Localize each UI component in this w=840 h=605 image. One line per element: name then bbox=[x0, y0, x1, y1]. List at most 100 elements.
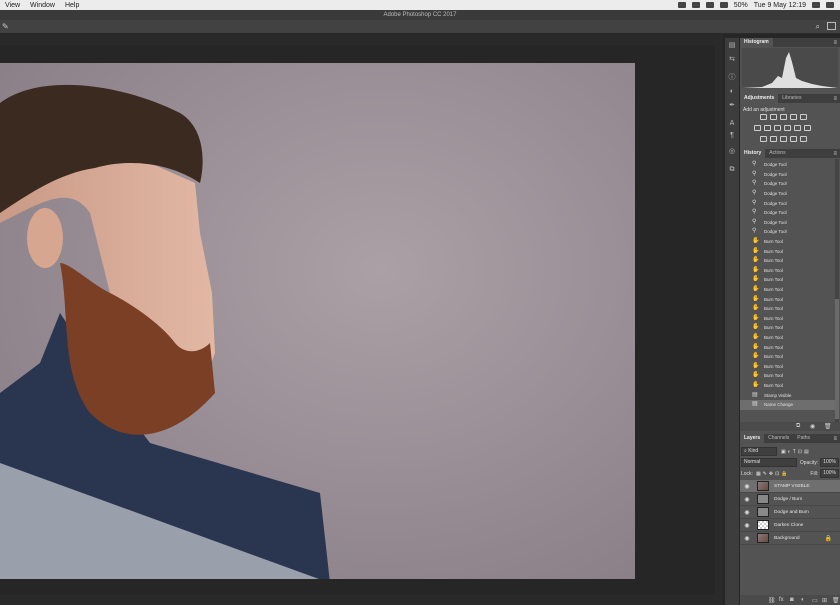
history-item[interactable]: ✋ Burn Tool bbox=[740, 266, 835, 276]
tab-histogram[interactable]: Histogram bbox=[740, 38, 773, 47]
history-item[interactable]: ✋ Burn Tool bbox=[740, 323, 835, 333]
clone-source-icon[interactable]: ⧉ bbox=[727, 166, 737, 174]
visibility-eye-icon[interactable]: ◉ bbox=[743, 483, 751, 490]
visibility-eye-icon[interactable]: ◉ bbox=[743, 522, 751, 529]
tab-history[interactable]: History bbox=[740, 149, 766, 158]
history-item[interactable]: ⚲ Dodge Tool bbox=[740, 170, 835, 180]
search-icon[interactable]: ⌕ bbox=[816, 22, 820, 32]
tab-actions[interactable]: Actions bbox=[765, 149, 789, 158]
color-lookup-icon[interactable] bbox=[804, 125, 811, 131]
menu-help[interactable]: Help bbox=[60, 2, 84, 9]
curves-icon[interactable] bbox=[780, 114, 787, 120]
history-item[interactable]: ✋ Burn Tool bbox=[740, 371, 835, 381]
history-item[interactable]: ✋ Burn Tool bbox=[740, 246, 835, 256]
posterize-icon[interactable] bbox=[770, 136, 777, 142]
gradient-map-icon[interactable] bbox=[790, 136, 797, 142]
tab-layers[interactable]: Layers bbox=[740, 434, 765, 443]
layer-row[interactable]: ◉ Darken Clone bbox=[740, 519, 840, 532]
history-item[interactable]: ⚲ Dodge Tool bbox=[740, 227, 835, 237]
layer-row[interactable]: ◉ STAMP VISIBLE bbox=[740, 480, 840, 493]
panel-menu-icon[interactable]: ≡ bbox=[833, 151, 840, 157]
history-scrollbar[interactable] bbox=[835, 159, 839, 422]
tab-libraries[interactable]: Libraries bbox=[778, 94, 805, 103]
layer-row[interactable]: ◉ Background 🔒 bbox=[740, 532, 840, 545]
brush-panel-icon[interactable]: ✒ bbox=[727, 102, 737, 110]
layer-name[interactable]: Dodge and Burn bbox=[774, 510, 809, 515]
layer-name[interactable]: Darken Clone bbox=[774, 523, 803, 528]
new-layer-icon[interactable]: ⊞ bbox=[822, 597, 828, 604]
lock-icons[interactable]: ▦✎✥⊡🔒 bbox=[756, 471, 790, 477]
snapshot-icon[interactable]: ◉ bbox=[810, 423, 816, 430]
notification-center-icon[interactable] bbox=[826, 2, 834, 8]
layer-mask-icon[interactable]: ◙ bbox=[790, 597, 796, 603]
visibility-eye-icon[interactable]: ◉ bbox=[743, 496, 751, 503]
black-white-icon[interactable] bbox=[774, 125, 781, 131]
properties-panel-icon[interactable]: ⇆ bbox=[727, 56, 737, 64]
layer-name[interactable]: Dodge / Burn bbox=[774, 497, 802, 502]
fill-field[interactable]: 100% bbox=[820, 469, 839, 478]
visibility-eye-icon[interactable]: ◉ bbox=[743, 535, 751, 542]
creative-cloud-icon[interactable] bbox=[691, 2, 700, 8]
filter-kind-select[interactable]: ⌕ Kind bbox=[741, 447, 777, 456]
history-item[interactable]: ✋ Burn Tool bbox=[740, 362, 835, 372]
layer-name[interactable]: STAMP VISIBLE bbox=[774, 484, 810, 489]
history-item[interactable]: ▤ Stamp Visible bbox=[740, 390, 835, 400]
hue-sat-icon[interactable] bbox=[754, 125, 761, 131]
history-item[interactable]: ✋ Burn Tool bbox=[740, 237, 835, 247]
history-item[interactable]: ⚲ Dodge Tool bbox=[740, 160, 835, 170]
history-item[interactable]: ⚲ Dodge Tool bbox=[740, 198, 835, 208]
visibility-eye-icon[interactable]: ◉ bbox=[743, 509, 751, 516]
exposure-icon[interactable] bbox=[790, 114, 797, 120]
group-icon[interactable]: ▭ bbox=[812, 597, 818, 604]
history-item[interactable]: ⚲ Dodge Tool bbox=[740, 208, 835, 218]
history-item[interactable]: ✋ Burn Tool bbox=[740, 352, 835, 362]
layer-row[interactable]: ◉ Dodge / Burn bbox=[740, 493, 840, 506]
spotlight-icon[interactable] bbox=[812, 2, 820, 8]
layer-row[interactable]: ◉ Dodge and Burn bbox=[740, 506, 840, 519]
brightness-icon[interactable] bbox=[760, 114, 767, 120]
selective-color-icon[interactable] bbox=[800, 136, 807, 142]
levels-icon[interactable] bbox=[770, 114, 777, 120]
filter-icons[interactable]: ▣◐T⊡▤ bbox=[781, 449, 811, 455]
vibrance-icon[interactable] bbox=[800, 114, 807, 120]
color-panel-icon[interactable]: ◐ bbox=[727, 88, 737, 96]
tab-channels[interactable]: Channels bbox=[764, 434, 793, 443]
history-item[interactable]: ✋ Burn Tool bbox=[740, 256, 835, 266]
info-panel-icon[interactable]: ⓘ bbox=[727, 74, 737, 82]
blend-mode-select[interactable]: Normal bbox=[741, 458, 797, 467]
document-image[interactable] bbox=[0, 63, 635, 579]
delete-layer-icon[interactable]: 🗑 bbox=[832, 597, 840, 604]
history-item[interactable]: ✋ Burn Tool bbox=[740, 342, 835, 352]
panel-menu-icon[interactable]: ≡ bbox=[833, 436, 840, 442]
link-layers-icon[interactable]: ⛓ bbox=[768, 597, 776, 604]
threshold-icon[interactable] bbox=[780, 136, 787, 142]
channel-mixer-icon[interactable] bbox=[794, 125, 801, 131]
trash-icon[interactable]: 🗑 bbox=[824, 423, 832, 430]
history-item[interactable]: ✋ Burn Tool bbox=[740, 314, 835, 324]
history-item[interactable]: ✋ Burn Tool bbox=[740, 381, 835, 391]
clock[interactable]: Tue 9 May 12:19 bbox=[754, 2, 806, 9]
layer-style-icon[interactable]: fx bbox=[779, 597, 785, 603]
invert-icon[interactable] bbox=[760, 136, 767, 142]
tab-paths[interactable]: Paths bbox=[793, 434, 814, 443]
panel-menu-icon[interactable]: ≡ bbox=[833, 96, 840, 102]
panel-menu-icon[interactable]: ≡ bbox=[833, 40, 840, 46]
layer-name[interactable]: Background bbox=[774, 536, 800, 541]
history-item[interactable]: ✋ Burn Tool bbox=[740, 285, 835, 295]
character-panel-icon[interactable]: A bbox=[727, 120, 737, 128]
dropbox-icon[interactable] bbox=[677, 2, 686, 8]
opacity-field[interactable]: 100% bbox=[820, 458, 839, 467]
history-item[interactable]: ✋ Burn Tool bbox=[740, 333, 835, 343]
history-item[interactable]: ⚲ Dodge Tool bbox=[740, 189, 835, 199]
history-panel-icon[interactable]: ▤ bbox=[727, 42, 737, 50]
scrollbar-thumb[interactable] bbox=[835, 299, 839, 419]
history-item[interactable]: ⚲ Dodge Tool bbox=[740, 218, 835, 228]
brush-tool-icon[interactable]: ✎ bbox=[2, 22, 9, 31]
battery-icon[interactable] bbox=[719, 2, 728, 8]
color-balance-icon[interactable] bbox=[764, 125, 771, 131]
history-item[interactable]: ✋ Burn Tool bbox=[740, 275, 835, 285]
history-item[interactable]: ✋ Burn Tool bbox=[740, 304, 835, 314]
tab-adjustments[interactable]: Adjustments bbox=[740, 94, 779, 103]
adjustment-layer-icon[interactable]: ◐ bbox=[801, 597, 807, 603]
wifi-icon[interactable] bbox=[705, 2, 714, 8]
